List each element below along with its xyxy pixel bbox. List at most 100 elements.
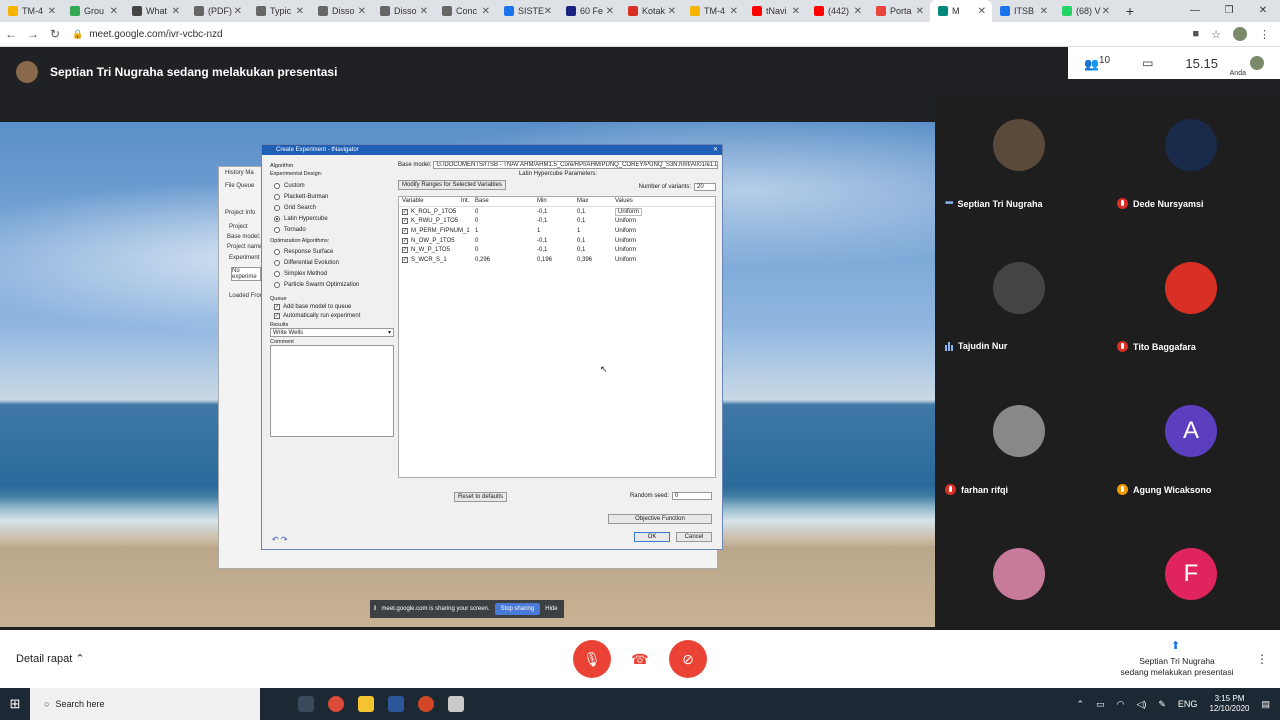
radio-button[interactable] bbox=[274, 259, 280, 266]
project-info-tab[interactable]: Project Info bbox=[225, 210, 255, 216]
radio-option[interactable]: Grid Search bbox=[270, 202, 396, 213]
browser-tab[interactable]: (68) V ✕ bbox=[1054, 0, 1116, 22]
participant-tile[interactable]: ••• Septian Tri Nugraha bbox=[935, 72, 1107, 215]
radio-button[interactable] bbox=[274, 193, 280, 200]
radio-button[interactable] bbox=[274, 215, 280, 222]
variable-checkbox[interactable]: ✓ bbox=[402, 256, 408, 263]
tab-close-icon[interactable]: ✕ bbox=[110, 6, 118, 17]
values-cell[interactable]: Uniform bbox=[615, 247, 655, 253]
radio-button[interactable] bbox=[274, 281, 280, 288]
ok-button[interactable]: OK bbox=[634, 532, 670, 542]
radio-button[interactable] bbox=[274, 270, 280, 277]
browser-tab[interactable]: (PDF) ✕ bbox=[186, 0, 248, 22]
participant-tile[interactable]: A Agung Wicaksono bbox=[1107, 358, 1279, 501]
tab-close-icon[interactable]: ✕ bbox=[234, 6, 242, 17]
reset-defaults-button[interactable]: Reset to defaults bbox=[454, 492, 508, 502]
tab-close-icon[interactable]: ✕ bbox=[606, 6, 614, 17]
participant-tile[interactable]: farhan rifqi bbox=[935, 358, 1107, 501]
word-icon[interactable] bbox=[388, 696, 404, 712]
table-row[interactable]: ✓ N_OW_P_1TO5 0 -0,1 0,1 Uniform bbox=[399, 236, 715, 246]
checkbox[interactable]: ✓ bbox=[274, 312, 280, 319]
browser-tab[interactable]: (442) ✕ bbox=[806, 0, 868, 22]
radio-option[interactable]: Simplex Method bbox=[270, 268, 396, 279]
undo-redo-icons[interactable]: ↶ ↷ bbox=[272, 535, 288, 544]
browser-tab[interactable]: 60 Fe ✕ bbox=[558, 0, 620, 22]
checkbox[interactable]: ✓ bbox=[274, 303, 280, 310]
browser-tab[interactable]: Conc ✕ bbox=[434, 0, 496, 22]
table-row[interactable]: ✓ K_ROL_P_1TO5 0 -0,1 0,1 Uniform bbox=[399, 207, 715, 217]
people-icon[interactable]: 👥10 bbox=[1084, 55, 1110, 71]
radio-option[interactable]: Plackett-Burman bbox=[270, 191, 396, 202]
participant-tile[interactable]: Tajudin Nur bbox=[935, 215, 1107, 358]
close-icon[interactable]: ✕ bbox=[1246, 0, 1280, 22]
radio-option[interactable]: Custom bbox=[270, 180, 396, 191]
random-seed-input[interactable]: 0 bbox=[672, 492, 712, 500]
tab-close-icon[interactable]: ✕ bbox=[916, 6, 924, 17]
table-row[interactable]: ✓ S_WCR_S_1 0,296 0,196 0,396 Uniform bbox=[399, 255, 715, 265]
radio-option[interactable]: Differential Evolution bbox=[270, 257, 396, 268]
participant-tile[interactable]: Dede Nursyamsi bbox=[1107, 72, 1279, 215]
file-explorer-icon[interactable] bbox=[358, 696, 374, 712]
values-select[interactable]: Uniform bbox=[615, 228, 636, 234]
values-select[interactable]: Uniform bbox=[615, 238, 636, 244]
table-row[interactable]: ✓ N_W_P_1TO5 0 -0,1 0,1 Uniform bbox=[399, 245, 715, 255]
cancel-button[interactable]: Cancel bbox=[676, 532, 712, 542]
values-cell[interactable]: Uniform bbox=[615, 228, 655, 234]
browser-tab[interactable]: Kotak ✕ bbox=[620, 0, 682, 22]
stop-sharing-button[interactable]: Stop sharing bbox=[494, 603, 541, 615]
comment-textarea[interactable] bbox=[270, 345, 394, 437]
number-of-variants-input[interactable]: 20 bbox=[694, 183, 716, 191]
values-cell[interactable]: Uniform bbox=[615, 257, 655, 263]
tnavigator-icon[interactable] bbox=[448, 696, 464, 712]
windows-start-icon[interactable]: ⊞ bbox=[0, 688, 30, 720]
values-select[interactable]: Uniform bbox=[615, 207, 643, 216]
maximize-icon[interactable]: ❐ bbox=[1212, 0, 1246, 22]
camera-toggle-button[interactable]: ⊘ bbox=[669, 640, 707, 678]
powerpoint-icon[interactable] bbox=[418, 696, 434, 712]
variable-checkbox[interactable]: ✓ bbox=[402, 247, 408, 254]
notifications-icon[interactable]: ▤ bbox=[1261, 699, 1270, 710]
values-select[interactable]: Uniform bbox=[615, 247, 636, 253]
tab-close-icon[interactable]: ✕ bbox=[48, 6, 56, 17]
tab-close-icon[interactable]: ✕ bbox=[172, 6, 180, 17]
presenting-status[interactable]: Septian Tri Nugraha sedang melakukan pre… bbox=[1118, 656, 1236, 678]
values-select[interactable]: Uniform bbox=[615, 257, 636, 263]
dialog-close-icon[interactable]: ✕ bbox=[713, 145, 718, 155]
tab-close-icon[interactable]: ✕ bbox=[978, 6, 986, 17]
menu-icon[interactable]: ⋮ bbox=[1259, 28, 1270, 41]
minimize-icon[interactable]: — bbox=[1178, 0, 1212, 22]
tab-close-icon[interactable]: ✕ bbox=[296, 6, 304, 17]
results-select[interactable]: Write Wells bbox=[270, 328, 394, 337]
variable-checkbox[interactable]: ✓ bbox=[402, 227, 408, 234]
new-tab-button[interactable]: + bbox=[1120, 3, 1140, 19]
present-icon[interactable]: ⬆ bbox=[1171, 639, 1180, 652]
browser-tab[interactable]: Disso ✕ bbox=[310, 0, 372, 22]
battery-icon[interactable]: ▭ bbox=[1096, 699, 1105, 710]
taskbar-clock[interactable]: 3:15 PM 12/10/2020 bbox=[1209, 694, 1249, 714]
modify-ranges-button[interactable]: Modify Ranges for Selected Variables bbox=[398, 180, 506, 190]
tab-close-icon[interactable]: ✕ bbox=[1040, 6, 1048, 17]
hide-button[interactable]: Hide bbox=[545, 606, 557, 612]
url-field[interactable]: 🔒 meet.google.com/ivr-vcbc-nzd bbox=[72, 29, 223, 40]
tray-chevron-icon[interactable]: ⌃ bbox=[1077, 699, 1085, 710]
radio-option[interactable]: Response Surface bbox=[270, 246, 396, 257]
browser-tab[interactable]: TM-4 ✕ bbox=[682, 0, 744, 22]
star-icon[interactable]: ☆ bbox=[1211, 28, 1221, 41]
base-model-input[interactable]: G:/DOCUMENTS/ITSB - TNAV AHM/AHM1.5_Core… bbox=[433, 161, 718, 169]
browser-tab[interactable]: TM-4 ✕ bbox=[0, 0, 62, 22]
queue-checkbox-option[interactable]: ✓ Add base model to queue bbox=[270, 302, 396, 311]
tab-close-icon[interactable]: ✕ bbox=[1102, 6, 1110, 17]
variable-checkbox[interactable]: ✓ bbox=[402, 218, 408, 225]
values-cell[interactable]: Uniform bbox=[615, 207, 655, 216]
queue-checkbox-option[interactable]: ✓ Automatically run experiment bbox=[270, 311, 396, 320]
camera-icon[interactable]: ■ bbox=[1192, 28, 1199, 40]
taskbar-search[interactable]: ○ Search here bbox=[30, 688, 260, 720]
browser-tab[interactable]: What ✕ bbox=[124, 0, 186, 22]
browser-tab[interactable]: Typic ✕ bbox=[248, 0, 310, 22]
radio-option[interactable]: Latin Hypercube bbox=[270, 213, 396, 224]
tab-close-icon[interactable]: ✕ bbox=[482, 6, 490, 17]
browser-tab[interactable]: M ✕ bbox=[930, 0, 992, 22]
participant-tile[interactable] bbox=[935, 501, 1107, 644]
radio-button[interactable] bbox=[274, 226, 280, 233]
tab-close-icon[interactable]: ✕ bbox=[792, 6, 800, 17]
